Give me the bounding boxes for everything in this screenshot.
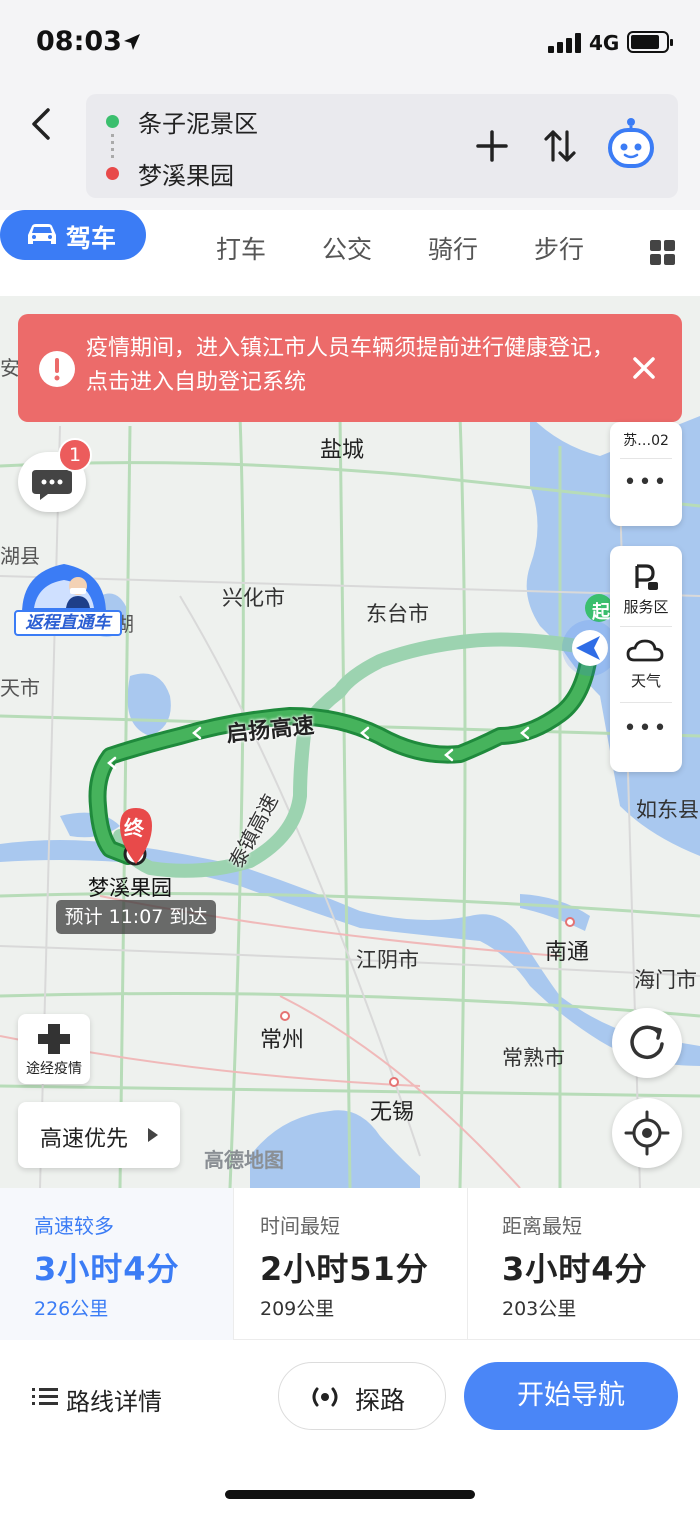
city-label: 常州 — [260, 1028, 305, 1053]
route-option-1[interactable]: 高速较多 3小时4分 226公里 — [0, 1188, 233, 1340]
city-label: 南通 — [545, 940, 590, 965]
highway-preference-label: 高速优先 — [40, 1127, 129, 1152]
crosshair-icon — [624, 1110, 670, 1156]
more-modes-grid-icon[interactable] — [650, 240, 676, 266]
route-distance: 209公里 — [260, 1298, 335, 1320]
route-tag: 距离最短 — [502, 1214, 582, 1238]
city-label: 无锡 — [370, 1100, 415, 1125]
city-label: 如东县 — [636, 798, 699, 822]
tab-drive-label: 驾车 — [66, 224, 117, 253]
swap-icon[interactable] — [540, 126, 580, 166]
bottom-action-bar: 路线详情 探路 开始导航 — [0, 1340, 700, 1516]
route-options: 高速较多 3小时4分 226公里 时间最短 2小时51分 209公里 距离最短 … — [0, 1188, 700, 1340]
end-marker-label: 终 — [124, 816, 144, 840]
weather-button[interactable]: 天气 — [610, 670, 682, 691]
home-indicator — [225, 1490, 475, 1499]
start-navigation-button[interactable]: 开始导航 — [464, 1362, 678, 1430]
city-label: 东台市 — [366, 602, 429, 626]
route-time: 3小时4分 — [34, 1250, 180, 1288]
highway-preference-button[interactable]: 高速优先 — [18, 1102, 180, 1168]
list-icon — [32, 1388, 58, 1405]
route-distance: 203公里 — [502, 1298, 577, 1320]
network-type: 4G — [589, 31, 620, 55]
cloud-icon — [626, 639, 664, 662]
signal-icon — [548, 33, 582, 53]
route-input-box: 条子泥景区 梦溪果园 — [86, 94, 678, 198]
locate-button[interactable] — [612, 1098, 682, 1168]
return-express-banner[interactable]: 返程直通车 — [8, 552, 122, 644]
add-waypoint-icon[interactable] — [472, 126, 512, 166]
eta-tag: 预计 11:07 到达 — [56, 900, 216, 934]
tab-bus[interactable]: 公交 — [322, 230, 372, 266]
transport-mode-tabs: 驾车 打车 公交 骑行 步行 — [0, 210, 700, 296]
route-time: 2小时51分 — [260, 1250, 429, 1288]
city-label: 天市 — [0, 676, 40, 700]
destination-field[interactable]: 梦溪果园 — [138, 156, 234, 191]
notice-text: 疫情期间，进入镇江市人员车辆须提前进行健康登记，点击进入自助登记系统 — [86, 336, 615, 395]
refresh-button[interactable] — [612, 1008, 682, 1078]
city-label: 常熟市 — [502, 1046, 565, 1070]
city-label: 盐城 — [320, 438, 365, 463]
tab-drive[interactable]: 驾车 — [0, 210, 146, 260]
alert-icon — [39, 351, 75, 387]
route-details-label: 路线详情 — [66, 1388, 162, 1416]
start-marker-label: 起 — [592, 602, 610, 623]
return-express-label: 返程直通车 — [14, 610, 122, 636]
destination-dot-icon — [106, 167, 119, 180]
caret-right-icon — [148, 1128, 158, 1142]
route-header: 条子泥景区 梦溪果园 — [0, 88, 700, 210]
location-arrow-icon — [124, 34, 140, 50]
map-view[interactable]: 盐城 兴化市 东台市 如东县 江阴市 南通 海门市 常州 常熟市 无锡 安 湖县… — [0, 296, 700, 1188]
epidemic-notice-banner[interactable]: 疫情期间，进入镇江市人员车辆须提前进行健康登记，点击进入自助登记系统 — [18, 314, 682, 422]
right-tool-panel-top: 苏…02 ••• — [610, 422, 682, 526]
status-bar: 08:03 4G — [0, 0, 700, 88]
battery-icon — [627, 31, 673, 53]
tab-taxi[interactable]: 打车 — [216, 230, 266, 266]
city-label: 安 — [0, 356, 20, 380]
tab-walk[interactable]: 步行 — [534, 230, 584, 266]
route-time: 3小时4分 — [502, 1250, 648, 1288]
broadcast-icon — [312, 1387, 338, 1407]
explore-route-button[interactable]: 探路 — [278, 1362, 446, 1430]
more-icon[interactable]: ••• — [610, 470, 682, 495]
message-count-badge: 1 — [58, 438, 92, 472]
parking-service-icon — [635, 564, 658, 590]
route-option-2[interactable]: 时间最短 2小时51分 209公里 — [233, 1188, 467, 1340]
route-distance: 226公里 — [34, 1298, 109, 1320]
service-area-button[interactable]: 服务区 — [610, 596, 682, 617]
assistant-robot-icon[interactable] — [606, 116, 656, 170]
explore-route-label: 探路 — [355, 1386, 406, 1415]
route-tag: 时间最短 — [260, 1214, 340, 1238]
city-label: 海门市 — [634, 968, 697, 992]
map-base — [0, 415, 700, 1188]
city-label: 江阴市 — [356, 948, 419, 972]
epidemic-route-label: 途经疫情 — [26, 1061, 82, 1077]
city-label: 兴化市 — [222, 586, 285, 610]
plate-label[interactable]: 苏…02 — [610, 430, 682, 450]
destination-map-label: 梦溪果园 — [88, 876, 172, 900]
epidemic-route-button[interactable]: 途经疫情 — [18, 1014, 90, 1084]
origin-field[interactable]: 条子泥景区 — [138, 104, 258, 139]
back-icon[interactable] — [22, 104, 62, 144]
close-icon[interactable] — [626, 350, 662, 386]
plus-cross-icon — [38, 1024, 70, 1054]
right-tool-panel: 服务区 天气 ••• — [610, 546, 682, 772]
route-option-3[interactable]: 距离最短 3小时4分 203公里 — [467, 1188, 700, 1340]
route-tag: 高速较多 — [34, 1214, 114, 1238]
status-time: 08:03 — [36, 26, 122, 57]
route-connector — [111, 134, 114, 160]
tab-ride[interactable]: 骑行 — [428, 230, 478, 266]
refresh-icon — [630, 1025, 664, 1060]
more-icon[interactable]: ••• — [610, 716, 682, 741]
map-watermark: 高德地图 — [204, 1148, 284, 1172]
origin-dot-icon — [106, 115, 119, 128]
car-icon — [28, 224, 56, 244]
